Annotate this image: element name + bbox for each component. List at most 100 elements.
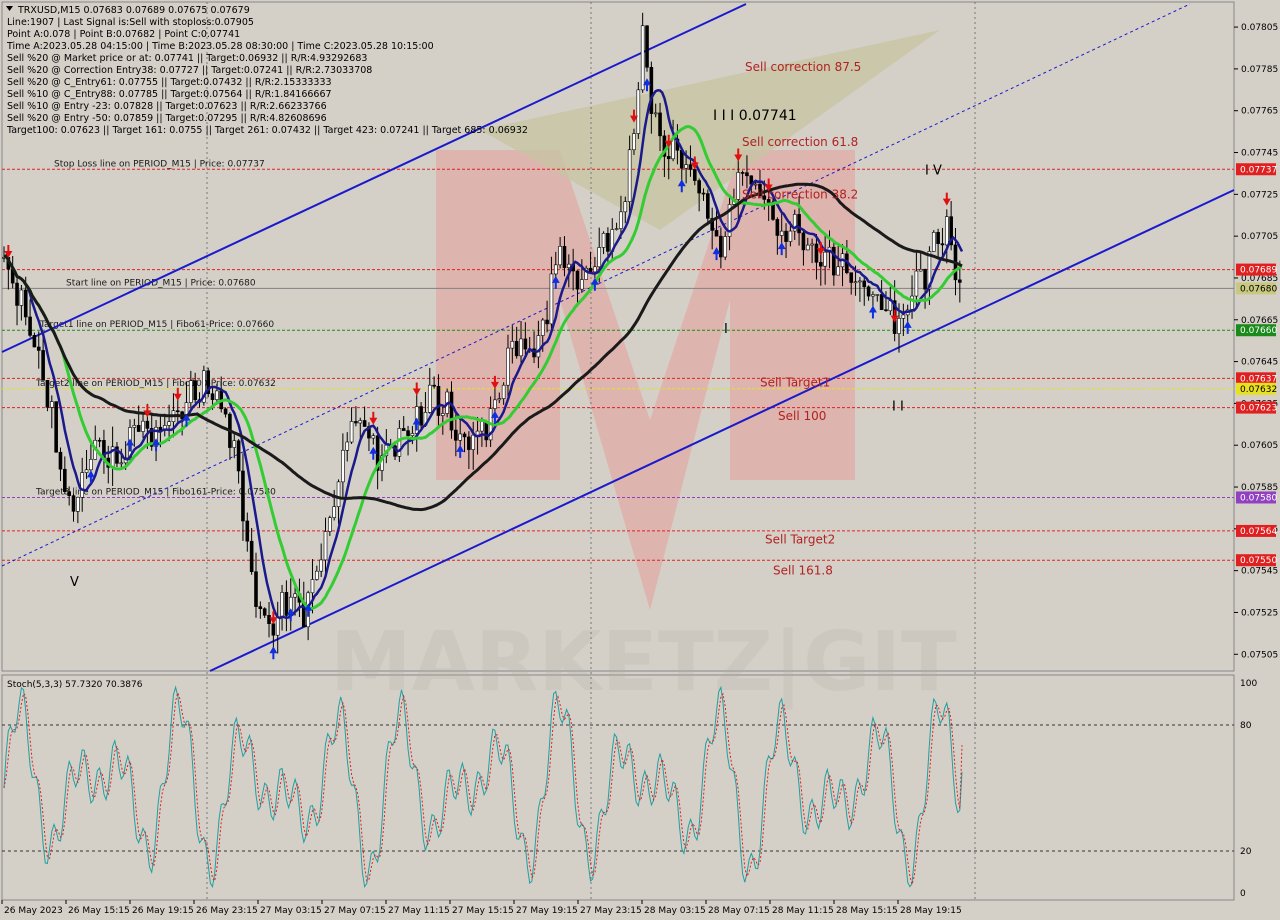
info-line: Sell %20 @ C_Entry61: 0.07755 || Target:… [7,77,332,88]
candle-body [267,615,271,624]
candle-body [693,169,697,181]
candle-body [462,433,467,438]
candle-body [189,380,193,403]
candle-body [619,211,623,229]
price-tick-label: 0.07645 [1241,358,1278,368]
candle-body [623,201,628,213]
candle-body [167,421,171,426]
price-tag-label: 0.07737 [1240,165,1277,175]
time-tick-label: 27 May 19:15 [516,906,578,916]
candle-body [627,149,632,202]
time-tick-label: 26 May 2023 [4,906,63,916]
candle-body [236,440,241,472]
candle-body [210,393,215,400]
price-tick-label: 0.07545 [1241,567,1278,577]
candle-body [136,425,141,432]
time-tick-label: 26 May 23:15 [196,906,258,916]
candle-body [714,230,719,237]
info-line: Sell %10 @ Entry -23: 0.07828 || Target:… [7,101,327,112]
candle-body [58,451,63,470]
candle-body [19,289,24,306]
price-tag-label: 0.07689 [1240,266,1277,276]
candle-body [310,579,315,594]
candle-body [80,472,85,498]
candle-body [658,112,662,137]
candle-body [580,279,584,290]
candle-body [323,531,328,561]
time-tick-label: 27 May 23:15 [580,906,642,916]
price-tag-label: 0.07580 [1240,493,1277,503]
candle-body [41,350,45,381]
info-line: Sell %20 @ Entry -50: 0.07859 || Target:… [7,113,327,124]
candle-body [897,318,901,334]
candle-body [940,243,945,246]
candle-body [606,233,610,252]
candle-body [497,398,502,401]
price-tag-label: 0.07550 [1240,556,1277,566]
candle-body [501,384,506,399]
candle-body [419,406,423,426]
time-tick-label: 28 May 15:15 [836,906,898,916]
wave-label: V [70,575,79,590]
candle-body [362,420,367,427]
time-tick-label: 28 May 07:15 [708,906,770,916]
candle-body [215,390,219,400]
trading-chart[interactable]: MARKETZ|GIT Stop Loss line on PERIOD_M15… [0,0,1280,920]
candle-body [575,270,580,290]
price-tag-label: 0.07632 [1240,385,1277,395]
candle-body [28,316,32,336]
time-axis: 26 May 2023 26 May 15:15 26 May 19:15 26 Ma… [1,900,962,916]
wave-label: I I [892,399,904,414]
candle-body [862,280,867,288]
time-tick-label: 27 May 07:15 [324,906,386,916]
candle-body [427,384,432,413]
price-tick-label: 0.07725 [1241,190,1278,200]
candle-body [818,262,823,267]
candle-body [666,156,671,160]
candle-body [119,462,124,465]
candle-body [23,289,28,318]
candle-body [697,180,701,194]
candle-body [49,401,54,408]
candle-body [84,469,89,473]
candle-body [54,401,58,453]
candle-body [67,491,71,496]
stoch-tick-label: 20 [1240,847,1252,857]
info-line: Sell %20 @ Market price or at: 0.07741 |… [7,53,367,64]
candle-body [271,623,276,636]
candle-body [701,192,706,195]
candle-body [688,164,693,170]
candle-body [15,282,19,306]
candle-body [866,286,871,297]
candle-body [145,420,150,429]
candle-body [553,264,558,275]
candle-body [280,592,284,618]
candle-body [354,421,358,424]
candle-body [558,246,562,266]
candle-body [254,571,258,607]
candle-body [262,608,267,616]
candle-body [341,449,345,483]
candle-body [523,338,528,350]
chart-annotation: Sell Target2 [765,532,835,546]
candle-body [875,294,880,296]
candle-body [132,425,137,428]
candle-body [567,263,571,268]
candle-body [141,420,145,432]
candle-body [332,506,336,518]
time-tick-label: 26 May 19:15 [132,906,194,916]
candle-body [432,384,436,387]
candle-body [475,430,480,436]
candle-body [506,347,510,386]
price-tick-label: 0.07765 [1241,107,1278,117]
candle-body [97,439,102,442]
candle-body [797,214,801,234]
candle-body [406,430,410,436]
candle-body [740,172,745,174]
candle-body [232,440,237,448]
candle-body [723,236,728,258]
level-label: Target1 line on PERIOD_M15 | Fibo61-Pric… [39,320,274,330]
candle-body [958,279,962,283]
candle-body [788,230,793,242]
wave-label: I V [925,163,942,178]
